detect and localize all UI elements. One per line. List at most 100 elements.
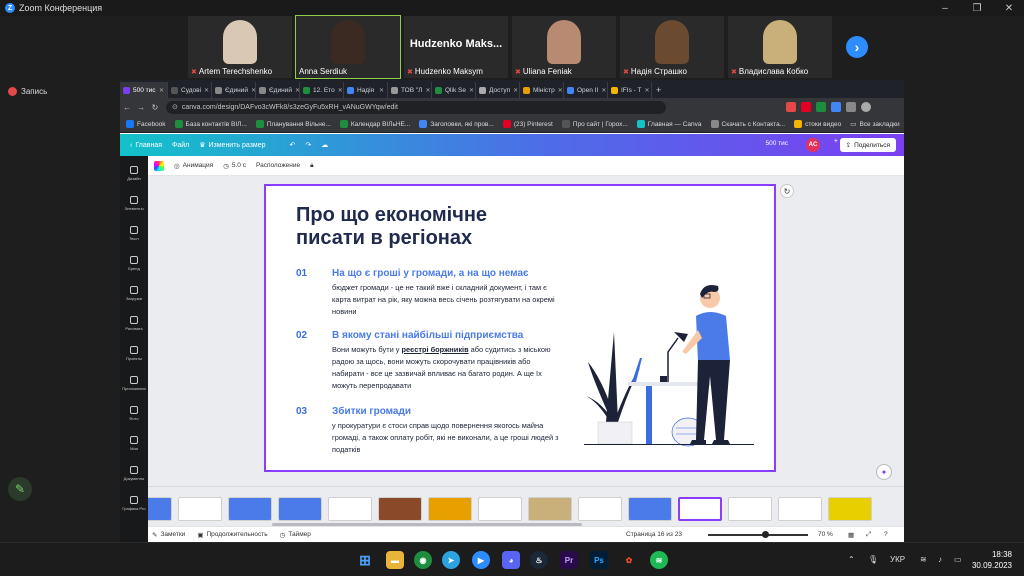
page-thumbnail[interactable]: 18 [778,497,822,521]
tab-close-icon[interactable]: ✕ [159,87,164,94]
reload-icon[interactable]: ↻ [148,103,162,112]
steam-icon[interactable]: ♨ [530,551,548,569]
tab-close-icon[interactable]: ✕ [425,87,430,94]
extension-icon[interactable] [831,102,841,112]
slide-title[interactable]: Про що економічне писати в регіонах [296,204,556,250]
sidebar-item[interactable]: Фото [120,400,148,426]
page-thumbnail[interactable]: 6 [178,497,222,521]
pinterest-extension-icon[interactable] [801,102,811,112]
participant-tile[interactable]: ✖ Artem Terechshenko [188,16,292,78]
sidebar-item[interactable]: Дизайн [120,160,148,186]
home-button[interactable]: ‹ Главная [130,142,162,149]
windows-start-icon[interactable]: ⊞ [356,551,374,569]
notes-button[interactable]: ✎ Заметки [152,531,185,539]
sidebar-item[interactable]: Приложения [120,370,148,396]
bookmark-item[interactable]: Facebook [126,120,166,128]
figma-icon[interactable]: ✿ [620,551,638,569]
system-clock[interactable]: 18:38 30.09.2023 [972,549,1012,571]
sidebar-item[interactable]: Графика Pro [120,490,148,516]
bookmark-item[interactable]: Календар ВІЛьНЕ... [339,120,410,128]
browser-tab[interactable]: Єдиний ✕ [256,82,300,98]
page-thumbnail[interactable]: 12 [478,497,522,521]
fullscreen-icon[interactable]: ⤢ [866,531,871,539]
browser-tab[interactable]: Open II ✕ [564,82,608,98]
page-thumbnail[interactable] [228,497,272,521]
sidebar-item[interactable]: Элементы [120,190,148,216]
bookmark-item[interactable]: Заголовки, які пров... [419,120,494,128]
page-thumbnail[interactable]: 17 [728,497,772,521]
spotify-icon[interactable]: ≋ [650,551,668,569]
browser-tab[interactable]: Судові ✕ [168,82,212,98]
registry-link[interactable]: реєстрі боржників [402,345,469,354]
page-thumbnail[interactable]: 16 [678,497,722,521]
annotate-button[interactable]: ✎ [8,477,32,501]
tab-close-icon[interactable]: ✕ [338,87,343,94]
design-title[interactable]: 500 тис [765,140,788,147]
page-thumbnail[interactable]: 15 [628,497,672,521]
tab-close-icon[interactable]: ✕ [601,87,606,94]
chrome-icon[interactable]: ◉ [414,551,432,569]
bookmark-item[interactable]: стоки видео [794,120,841,128]
bookmark-item[interactable]: Скачать с Контакта... [710,120,785,128]
browser-tab[interactable]: Єдиний ✕ [212,82,256,98]
sidebar-item[interactable]: Бренд [120,250,148,276]
animation-button[interactable]: ◎ Анимация [174,162,213,170]
magic-sparkle-icon[interactable]: ✦ [876,464,892,480]
sidebar-item[interactable]: Загрузки [120,280,148,306]
person-at-desk-illustration[interactable] [584,272,754,452]
browser-tab[interactable]: 500 тис ✕ [120,82,168,98]
tab-close-icon[interactable]: ✕ [558,87,563,94]
profile-icon[interactable] [861,102,871,112]
bookmark-item[interactable]: (23) Pinterest [502,120,553,128]
tab-close-icon[interactable]: ✕ [513,87,518,94]
page-thumbnail[interactable]: 11 [428,497,472,521]
bookmark-item[interactable]: Главная — Canva [636,120,702,128]
participant-tile-active[interactable]: Anna Serdiuk [295,15,401,79]
bookmark-item[interactable]: Планування Вільне... [255,120,331,128]
share-button[interactable]: ⇪ Поделиться [839,138,896,152]
tab-close-icon[interactable]: ✕ [469,87,474,94]
slide[interactable]: Про що економічне писати в регіонах 01 Н… [264,184,776,472]
browser-tab[interactable]: Надія ✕ [344,82,388,98]
redo-icon[interactable]: ↷ [305,141,311,149]
position-button[interactable]: Расположение [256,162,300,169]
browser-tab[interactable]: 12. Ето ✕ [300,82,344,98]
restore-icon[interactable]: ❐ [962,0,992,16]
bookmark-item[interactable]: Про сайт | Горох... [561,120,628,128]
browser-tab[interactable]: Міністр ✕ [520,82,564,98]
battery-icon[interactable]: ▭ [954,555,962,564]
zoom-slider-handle[interactable] [762,531,769,538]
all-bookmarks-button[interactable]: ▭ Все закладки [850,120,899,129]
sidebar-item[interactable]: Рисовать [120,310,148,336]
timer-button[interactable]: ◷ Таймер [280,531,311,539]
lock-icon[interactable]: 🔒︎ [310,162,313,170]
browser-tab[interactable]: Доступ ✕ [476,82,520,98]
bookmark-item[interactable]: База контактів ВІЛ... [174,120,247,128]
resize-button[interactable]: ♛ Изменить размер [199,141,265,150]
zoom-level[interactable]: 70 % [818,531,833,538]
page-thumbnail[interactable]: 8 [278,497,322,521]
wifi-icon[interactable]: ≋ [920,555,927,564]
premiere-pro-icon[interactable]: Pr [560,551,578,569]
tab-close-icon[interactable]: ✕ [644,87,649,94]
add-people-icon[interactable]: + [834,138,838,145]
zoom-slider[interactable] [708,534,808,536]
back-icon[interactable]: ← [120,103,134,112]
help-icon[interactable]: ? [884,531,888,538]
extension-icon[interactable] [786,102,796,112]
color-picker-icon[interactable] [154,160,164,171]
minimize-icon[interactable]: – [930,0,960,16]
duration-toggle[interactable]: ▣ Продолжительность [197,531,267,539]
tray-chevron-icon[interactable]: ⌃ [848,555,855,564]
undo-icon[interactable]: ↶ [290,141,296,149]
next-participants-button[interactable]: › [846,36,868,58]
photoshop-icon[interactable]: Ps [590,551,608,569]
language-indicator[interactable]: УКР [890,555,905,564]
sidebar-item[interactable]: Документы [120,460,148,486]
url-input[interactable]: ⊙ canva.com/design/DAFvo3cWFk8/s3zeGyFu5… [166,100,666,114]
sidebar-item[interactable]: Текст [120,220,148,246]
grid-view-icon[interactable]: ▦ [848,531,854,539]
page-thumbnail[interactable]: 9 [328,497,372,521]
page-thumbnail[interactable]: 13 [528,497,572,521]
microphone-icon[interactable]: 🎙︎ [868,555,878,564]
